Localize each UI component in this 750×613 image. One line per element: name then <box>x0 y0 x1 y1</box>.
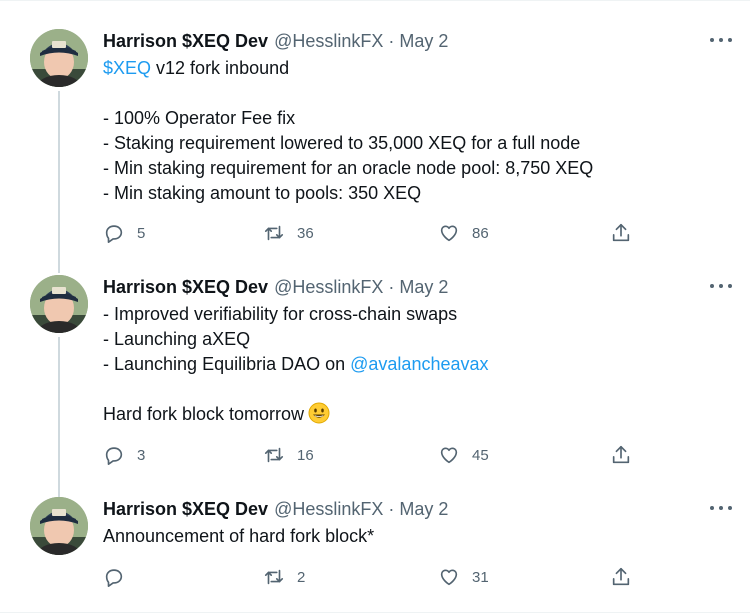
tweet-text: - Min staking amount to pools: 350 XEQ <box>103 183 422 203</box>
tweet-date[interactable]: May 2 <box>399 277 448 298</box>
reply-count: 5 <box>137 224 146 242</box>
like-count: 86 <box>472 224 489 242</box>
author-name[interactable]: Harrison $XEQ Dev <box>103 499 268 520</box>
more-options-icon[interactable] <box>710 499 732 517</box>
tweet-text: - 100% Operator Fee fix <box>103 108 296 128</box>
more-options-icon[interactable] <box>710 277 732 295</box>
reply-button[interactable]: 5 <box>103 220 145 246</box>
retweet-count: 16 <box>297 446 314 464</box>
tweet-thread: Harrison $XEQ Dev @HesslinkFX · May 2 $X… <box>0 0 750 613</box>
reply-icon <box>105 569 123 587</box>
thread-connector <box>58 337 60 497</box>
grinning-face-emoji <box>308 402 330 424</box>
like-button[interactable]: 86 <box>438 220 489 246</box>
share-icon <box>612 567 630 586</box>
share-button[interactable] <box>610 442 632 468</box>
tweet-text-line: - Launching Equilibria DAO on @avalanche… <box>103 352 723 377</box>
tweet-text-line: $XEQ v12 fork inbound <box>103 56 723 81</box>
reply-count: 3 <box>137 446 146 464</box>
tweet-date[interactable]: May 2 <box>399 31 448 52</box>
author-handle[interactable]: @HesslinkFX <box>274 499 383 520</box>
retweet-button[interactable]: 36 <box>263 220 314 246</box>
more-options-icon[interactable] <box>710 31 732 49</box>
avatar[interactable] <box>30 29 88 87</box>
tweet-text-line: - Staking requirement lowered to 35,000 … <box>103 131 723 156</box>
avatar[interactable] <box>30 275 88 333</box>
author-name[interactable]: Harrison $XEQ Dev <box>103 277 268 298</box>
tweet-text-line: Hard fork block tomorrow <box>103 402 723 427</box>
tweet-actions: 3 16 45 <box>103 442 663 468</box>
tweet-text: - Min staking requirement for an oracle … <box>103 158 594 178</box>
tweet-body: $XEQ v12 fork inbound - 100% Operator Fee… <box>103 56 723 206</box>
reply-button[interactable] <box>103 564 137 590</box>
separator: · <box>388 30 395 51</box>
retweet-button[interactable]: 2 <box>263 564 305 590</box>
reply-icon <box>105 225 123 243</box>
thread-connector <box>58 91 60 273</box>
retweet-count: 2 <box>297 568 306 586</box>
tweet-text: Announcement of hard fork block* <box>103 526 375 546</box>
like-button[interactable]: 31 <box>438 564 489 590</box>
share-button[interactable] <box>610 564 632 590</box>
share-icon <box>612 445 630 464</box>
heart-icon <box>440 569 458 586</box>
tweet-body: Announcement of hard fork block* <box>103 524 723 549</box>
like-count: 31 <box>472 568 489 586</box>
tweet-header: Harrison $XEQ Dev @HesslinkFX · May 2 <box>103 29 448 53</box>
tweet-body: - Improved verifiability for cross-chain… <box>103 302 723 427</box>
tweet-text-line: Announcement of hard fork block* <box>103 524 723 549</box>
tweet-header: Harrison $XEQ Dev @HesslinkFX · May 2 <box>103 497 448 521</box>
tweet-text: Hard fork block tomorrow <box>103 404 305 424</box>
author-handle[interactable]: @HesslinkFX <box>274 31 383 52</box>
tweet-text: - Improved verifiability for cross-chain… <box>103 304 458 324</box>
tweet-text-line: - 100% Operator Fee fix <box>103 106 723 131</box>
tweet-text-line: - Min staking requirement for an oracle … <box>103 156 723 181</box>
tweet-text: - Launching aXEQ <box>103 329 251 349</box>
tweet-text-line: - Improved verifiability for cross-chain… <box>103 302 723 327</box>
like-button[interactable]: 45 <box>438 442 489 468</box>
author-handle[interactable]: @HesslinkFX <box>274 277 383 298</box>
heart-icon <box>440 225 458 242</box>
tweet-text: - Staking requirement lowered to 35,000 … <box>103 133 581 153</box>
retweet-count: 36 <box>297 224 314 242</box>
mention-link[interactable]: @avalancheavax <box>350 354 488 374</box>
author-name[interactable]: Harrison $XEQ Dev <box>103 31 268 52</box>
like-count: 45 <box>472 446 489 464</box>
tweet-text-line: - Min staking amount to pools: 350 XEQ <box>103 181 723 206</box>
tweet-text-line: - Launching aXEQ <box>103 327 723 352</box>
share-icon <box>612 223 630 242</box>
retweet-button[interactable]: 16 <box>263 442 314 468</box>
retweet-icon <box>264 225 284 241</box>
tweet-actions: 5 36 86 <box>103 220 663 246</box>
share-button[interactable] <box>610 220 632 246</box>
tweet-header: Harrison $XEQ Dev @HesslinkFX · May 2 <box>103 275 448 299</box>
separator: · <box>388 498 395 519</box>
reply-icon <box>105 447 123 465</box>
tweet-text: - Launching Equilibria DAO on <box>103 354 351 374</box>
reply-button[interactable]: 3 <box>103 442 145 468</box>
tweet-actions: 2 31 <box>103 564 663 590</box>
retweet-icon <box>264 569 284 585</box>
tweet-text: v12 fork inbound <box>151 58 290 78</box>
cashtag-link[interactable]: $XEQ <box>103 58 151 78</box>
retweet-icon <box>264 447 284 463</box>
tweet-date[interactable]: May 2 <box>399 499 448 520</box>
heart-icon <box>440 447 458 464</box>
separator: · <box>388 276 395 297</box>
avatar[interactable] <box>30 497 88 555</box>
